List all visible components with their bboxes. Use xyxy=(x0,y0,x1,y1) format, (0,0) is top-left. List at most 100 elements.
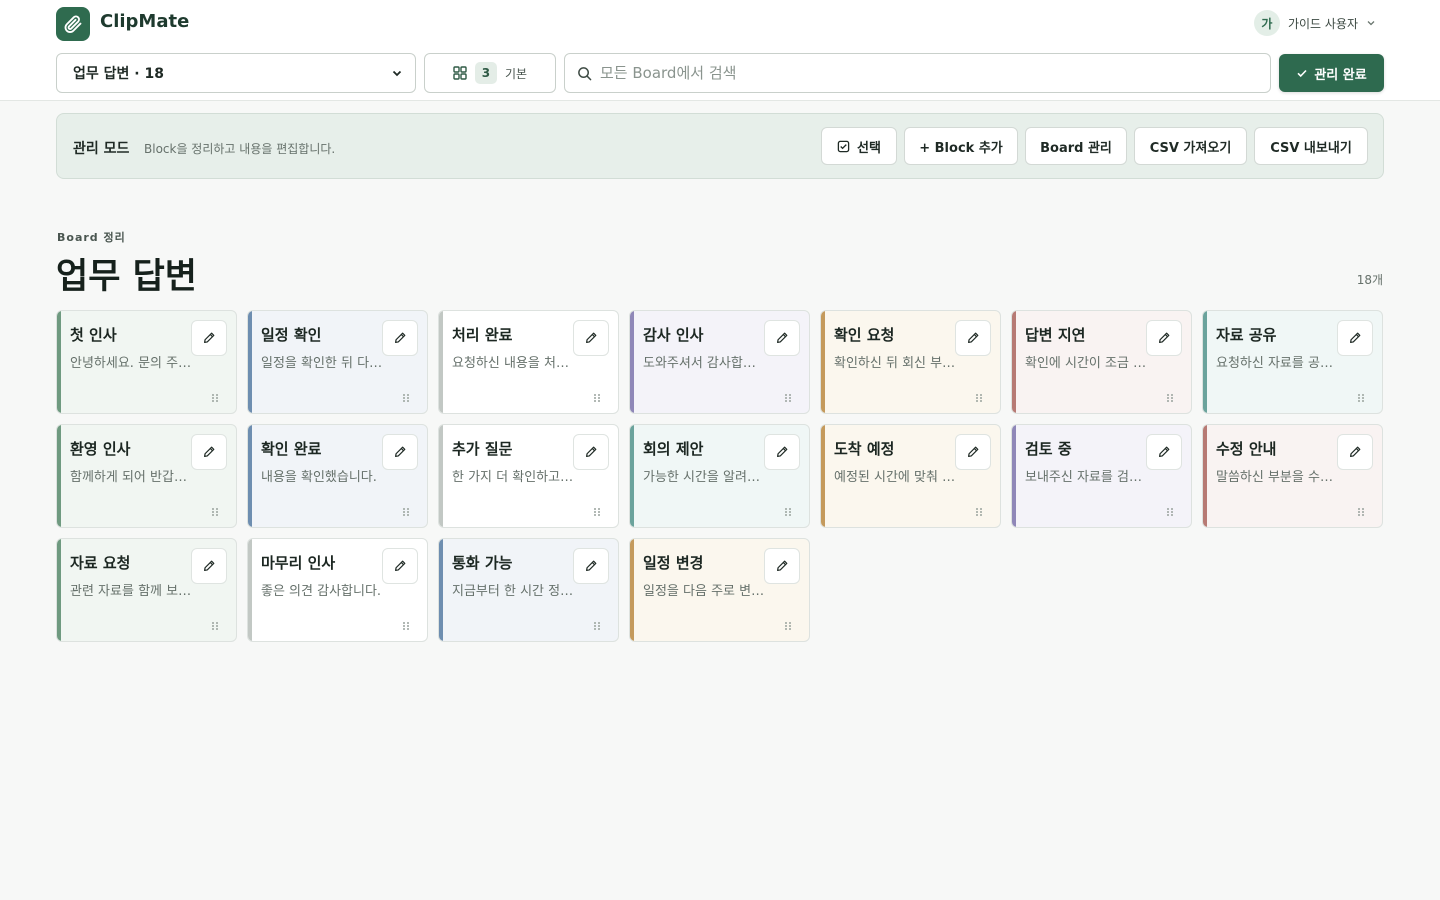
edit-block-button[interactable] xyxy=(764,320,800,356)
block-card[interactable]: 처리 완료요청하신 내용을 처리했습니다. xyxy=(438,310,619,414)
block-card[interactable]: 자료 공유요청하신 자료를 공유드립니다. xyxy=(1202,310,1383,414)
edit-block-button[interactable] xyxy=(191,548,227,584)
block-card[interactable]: 첫 인사안녕하세요. 문의 주셔서 감사합니다. xyxy=(56,310,237,414)
drag-handle-icon[interactable] xyxy=(402,393,410,403)
checkbox-icon xyxy=(837,140,850,152)
block-card[interactable]: 일정 확인일정을 확인한 뒤 다시 연락드리겠습니다. xyxy=(247,310,428,414)
edit-block-button[interactable] xyxy=(1337,434,1373,470)
edit-block-button[interactable] xyxy=(1146,320,1182,356)
block-title: 수정 안내 xyxy=(1216,440,1277,458)
block-preview: 한 가지 더 확인하고 싶습니다. xyxy=(452,470,574,485)
block-card[interactable]: 검토 중보내주신 자료를 검토하고 있습니다. xyxy=(1011,424,1192,528)
select-button[interactable]: 선택 xyxy=(821,127,897,165)
drag-handle-icon[interactable] xyxy=(402,621,410,631)
pencil-icon xyxy=(777,446,788,457)
edit-block-button[interactable] xyxy=(955,434,991,470)
top-bar: ClipMate 가 가이드 사용자 업무 답변 · 18 3 기본 관리 완료 xyxy=(0,0,1440,101)
block-card[interactable]: 회의 제안가능한 시간을 알려주세요. xyxy=(629,424,810,528)
block-preview: 확인하신 뒤 회신 부탁드립니다. xyxy=(834,356,956,371)
block-preview: 요청하신 내용을 처리했습니다. xyxy=(452,356,574,371)
edit-block-button[interactable] xyxy=(955,320,991,356)
csv-export-label: CSV 내보내기 xyxy=(1270,140,1352,156)
board-manage-button[interactable]: Board 관리 xyxy=(1025,127,1127,165)
manage-mode-title: 관리 모드 xyxy=(73,141,130,157)
block-accent-bar xyxy=(57,539,61,641)
edit-block-button[interactable] xyxy=(382,548,418,584)
block-card[interactable]: 감사 인사 도와주셔서 감사합니다. xyxy=(629,310,810,414)
block-card[interactable]: 추가 질문한 가지 더 확인하고 싶습니다. xyxy=(438,424,619,528)
pencil-icon xyxy=(968,446,979,457)
drag-handle-icon[interactable] xyxy=(784,507,792,517)
drag-handle-icon[interactable] xyxy=(211,507,219,517)
pencil-icon xyxy=(395,560,406,571)
edit-block-button[interactable] xyxy=(573,548,609,584)
board-manage-label: Board 관리 xyxy=(1040,140,1112,156)
search-input[interactable] xyxy=(600,64,1240,82)
edit-block-button[interactable] xyxy=(764,434,800,470)
drag-handle-icon[interactable] xyxy=(784,621,792,631)
pencil-icon xyxy=(968,332,979,343)
block-accent-bar xyxy=(821,425,825,527)
chevron-down-icon xyxy=(392,70,402,77)
block-preview: 보내주신 자료를 검토하고 있습니다. xyxy=(1025,470,1147,485)
block-title: 자료 요청 xyxy=(70,554,131,572)
block-card[interactable]: 수정 안내말씀하신 부분을 수정했습니다. xyxy=(1202,424,1383,528)
drag-handle-icon[interactable] xyxy=(975,507,983,517)
block-preview: 지금부터 한 시간 정도 통화 가능합니다. xyxy=(452,584,574,599)
manage-mode-bar: 관리 모드 Block을 정리하고 내용을 편집합니다. 선택 + Block … xyxy=(56,113,1384,179)
layout-count-badge: 3 xyxy=(474,62,497,84)
block-card[interactable]: 확인 요청확인하신 뒤 회신 부탁드립니다. xyxy=(820,310,1001,414)
add-block-button[interactable]: + Block 추가 xyxy=(904,127,1018,165)
block-accent-bar xyxy=(630,425,634,527)
edit-block-button[interactable] xyxy=(191,434,227,470)
select-label: 선택 xyxy=(857,140,881,156)
drag-handle-icon[interactable] xyxy=(211,621,219,631)
edit-block-button[interactable] xyxy=(573,434,609,470)
paperclip-icon xyxy=(64,15,82,33)
edit-block-button[interactable] xyxy=(1146,434,1182,470)
pencil-icon xyxy=(777,332,788,343)
block-card[interactable]: 일정 변경일정을 다음 주로 변경하고 싶습니다. xyxy=(629,538,810,642)
drag-handle-icon[interactable] xyxy=(402,507,410,517)
drag-handle-icon[interactable] xyxy=(593,393,601,403)
block-count: 18개 xyxy=(1356,273,1383,287)
pencil-icon xyxy=(204,560,215,571)
manage-done-button[interactable]: 관리 완료 xyxy=(1279,54,1384,92)
pencil-icon xyxy=(586,560,597,571)
drag-handle-icon[interactable] xyxy=(975,393,983,403)
drag-handle-icon[interactable] xyxy=(1166,393,1174,403)
block-preview: 말씀하신 부분을 수정했습니다. xyxy=(1216,470,1338,485)
edit-block-button[interactable] xyxy=(382,320,418,356)
drag-handle-icon[interactable] xyxy=(593,507,601,517)
csv-import-label: CSV 가져오기 xyxy=(1149,140,1232,156)
drag-handle-icon[interactable] xyxy=(211,393,219,403)
edit-block-button[interactable] xyxy=(1337,320,1373,356)
csv-import-button[interactable]: CSV 가져오기 xyxy=(1134,127,1247,165)
edit-block-button[interactable] xyxy=(191,320,227,356)
user-menu[interactable]: 가 가이드 사용자 xyxy=(1253,10,1376,36)
board-select[interactable]: 업무 답변 · 18 xyxy=(56,53,416,93)
drag-handle-icon[interactable] xyxy=(1166,507,1174,517)
edit-block-button[interactable] xyxy=(382,434,418,470)
drag-handle-icon[interactable] xyxy=(1357,507,1365,517)
block-card[interactable]: 통화 가능지금부터 한 시간 정도 통화 가능합니다. xyxy=(438,538,619,642)
block-title: 확인 요청 xyxy=(834,326,895,344)
block-card[interactable]: 도착 예정예정된 시간에 맞춰 도착하겠습니다. xyxy=(820,424,1001,528)
block-accent-bar xyxy=(630,311,634,413)
drag-handle-icon[interactable] xyxy=(784,393,792,403)
block-card[interactable]: 확인 완료 내용을 확인했습니다. xyxy=(247,424,428,528)
search-box[interactable] xyxy=(564,53,1271,93)
drag-handle-icon[interactable] xyxy=(593,621,601,631)
block-card[interactable]: 자료 요청관련 자료를 함께 보내주세요. xyxy=(56,538,237,642)
block-card[interactable]: 환영 인사함께하게 되어 반갑습니다. xyxy=(56,424,237,528)
edit-block-button[interactable] xyxy=(573,320,609,356)
block-accent-bar xyxy=(1012,425,1016,527)
edit-block-button[interactable] xyxy=(764,548,800,584)
block-preview: 일정을 다음 주로 변경하고 싶습니다. xyxy=(643,584,765,599)
drag-handle-icon[interactable] xyxy=(1357,393,1365,403)
block-card[interactable]: 답변 지연확인에 시간이 조금 걸리고 있습니다. xyxy=(1011,310,1192,414)
csv-export-button[interactable]: CSV 내보내기 xyxy=(1254,127,1368,165)
block-card[interactable]: 마무리 인사 좋은 의견 감사합니다. xyxy=(247,538,428,642)
layout-button[interactable]: 3 기본 xyxy=(424,53,556,93)
grid-icon xyxy=(453,66,467,80)
